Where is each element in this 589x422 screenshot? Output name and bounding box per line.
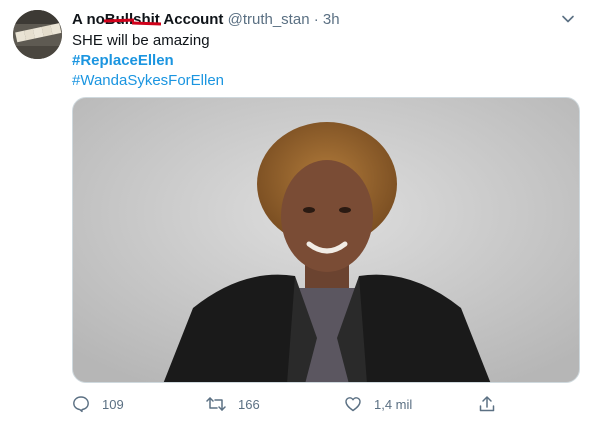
tweet-header: A noBullshit Account @truth_stan · 3h [72,10,559,30]
share-button[interactable] [478,392,496,416]
heart-icon [345,397,361,412]
like-button[interactable]: 1,4 mil [344,392,412,416]
tweet-photo[interactable] [72,97,580,383]
tweet-text: SHE will be amazing #ReplaceEllen #Wanda… [72,31,224,91]
reply-icon [73,396,89,413]
avatar-image [13,10,62,59]
tweet-text-line: SHE will be amazing [72,32,210,49]
strikethrough-word: shit [133,11,160,28]
tweet-actions: 109 166 1,4 mil [72,392,572,416]
like-count: 1,4 mil [374,396,413,412]
retweet-button[interactable]: 166 [206,392,260,416]
tweet[interactable]: A noBullshit Account @truth_stan · 3h SH… [0,0,589,422]
share-icon [479,396,495,412]
retweet-icon [206,397,226,411]
hashtag-link[interactable]: #ReplaceEllen [72,51,224,71]
user-handle[interactable]: @truth_stan [228,11,310,28]
timestamp[interactable]: 3h [323,11,340,28]
hashtag-link[interactable]: #WandaSykesForEllen [72,71,224,91]
photo-image [73,98,579,382]
separator: · [313,11,319,28]
reply-count: 109 [102,396,124,412]
reply-button[interactable]: 109 [72,392,124,416]
avatar[interactable] [13,10,62,59]
display-name[interactable]: A noBullshit Account [72,11,223,28]
retweet-count: 166 [238,396,260,412]
chevron-down-icon[interactable] [561,12,575,26]
strikethrough-word: Bull [104,11,134,28]
